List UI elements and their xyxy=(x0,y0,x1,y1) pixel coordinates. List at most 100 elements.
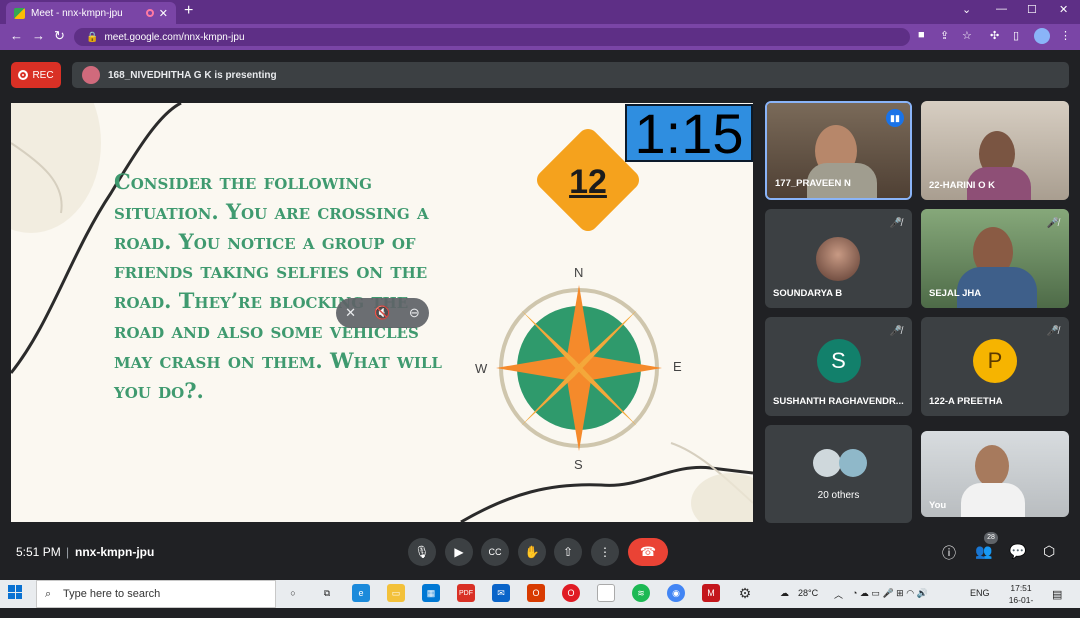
others-count: 20 others xyxy=(817,490,860,501)
others-tile[interactable]: 20 others xyxy=(765,425,912,523)
mic-off-icon: 🎤̸ xyxy=(1046,218,1059,229)
participant-tile[interactable]: P 🎤̸ 122-A PREETHA xyxy=(921,317,1069,416)
extensions-icon[interactable]: ✣ xyxy=(990,29,999,42)
divider: | xyxy=(66,545,70,559)
participant-tile[interactable]: 🎤̸ SEJAL JHA xyxy=(921,209,1069,308)
settings-gear-icon[interactable]: ⚙ xyxy=(736,584,754,602)
captions-icon: CC xyxy=(488,547,502,557)
phone-hangup-icon: ☎ xyxy=(639,544,657,559)
participant-tile[interactable]: ▮▮ 177_PRAVEEN N xyxy=(765,101,912,200)
presented-slide[interactable]: Consider the following situation. You ar… xyxy=(11,103,753,522)
system-clock[interactable]: 17:51 16-01-2022 xyxy=(1000,582,1042,618)
meeting-code: nnx-kmpn-jpu xyxy=(75,545,155,559)
pdf-icon[interactable]: PDF xyxy=(457,584,475,602)
camera-button[interactable]: ▶ xyxy=(445,538,473,566)
search-placeholder: Type here to search xyxy=(63,588,161,600)
compass-east-label: E xyxy=(673,359,682,374)
compass-west-label: W xyxy=(475,361,488,376)
mute-audio-icon[interactable]: 🔇 xyxy=(374,305,390,321)
pin-off-icon[interactable]: ✕ xyxy=(345,305,356,321)
spotify-icon[interactable]: ≋ xyxy=(632,584,650,602)
language-indicator[interactable]: ENG xyxy=(970,588,990,598)
tray-chevron-up-icon[interactable]: ︿ xyxy=(834,588,843,601)
participant-avatar xyxy=(839,449,867,477)
tab-search-icon[interactable]: ⌄ xyxy=(962,3,971,16)
menu-kebab-icon[interactable]: ⋮ xyxy=(1060,29,1071,42)
recording-indicator-icon xyxy=(146,9,154,17)
cortana-icon[interactable]: ○ xyxy=(284,584,302,602)
more-options-button[interactable]: ⋮ xyxy=(591,538,619,566)
mail-icon[interactable]: ✉ xyxy=(492,584,510,602)
speaking-indicator-icon: ▮▮ xyxy=(886,109,904,127)
presenter-avatar xyxy=(82,66,100,84)
weather-icon: ☁ xyxy=(780,588,789,598)
search-icon: ⌕ xyxy=(45,588,52,600)
participant-avatar-letter: P xyxy=(973,339,1017,383)
bookmark-star-icon[interactable]: ☆ xyxy=(962,29,972,42)
mic-off-icon: 🎤̸ xyxy=(889,218,902,229)
store-icon[interactable]: ▦ xyxy=(422,584,440,602)
opera-icon[interactable]: O xyxy=(562,584,580,602)
temperature: 28°C xyxy=(798,588,819,598)
participant-tile[interactable]: S 🎤̸ SUSHANTH RAGHAVENDR... xyxy=(765,317,912,416)
taskbar-search[interactable]: ⌕ Type here to search xyxy=(36,580,276,608)
raise-hand-button[interactable]: ✋ xyxy=(518,538,546,566)
rec-label: REC xyxy=(32,69,54,81)
self-tile[interactable]: You xyxy=(921,431,1069,517)
mcafee-icon[interactable]: M xyxy=(702,584,720,602)
address-bar[interactable]: 🔒 meet.google.com/nnx-kmpn-jpu xyxy=(74,28,910,46)
edge-icon[interactable]: e xyxy=(352,584,370,602)
share-icon[interactable]: ⇪ xyxy=(940,29,949,42)
minimize-button[interactable]: — xyxy=(996,3,1007,15)
task-view-icon[interactable]: ⧉ xyxy=(318,584,336,602)
participant-count-badge: 28 xyxy=(984,532,998,544)
office-icon[interactable]: O xyxy=(527,584,545,602)
new-tab-button[interactable]: + xyxy=(184,2,193,20)
profile-avatar[interactable] xyxy=(1034,28,1050,44)
tab-title: Meet - nnx-kmpn-jpu xyxy=(31,7,123,19)
presenting-text: 168_NIVEDHITHA G K is presenting xyxy=(108,69,277,81)
participant-name: SUSHANTH RAGHAVENDR... xyxy=(773,396,904,407)
participant-name: 122-A PREETHA xyxy=(929,396,1003,407)
meeting-details-icon[interactable]: ⓘ xyxy=(942,543,956,563)
chat-icon[interactable]: 💬 xyxy=(1009,543,1026,560)
lock-icon: 🔒 xyxy=(86,31,99,43)
captions-button[interactable]: CC xyxy=(481,538,509,566)
compass-south-label: S xyxy=(574,457,583,472)
record-icon xyxy=(18,70,29,80)
meeting-time: 5:51 PM xyxy=(16,545,61,559)
reload-icon[interactable]: ↻ xyxy=(54,28,65,44)
camera-indicator-icon[interactable]: ■ xyxy=(918,29,925,41)
recording-button[interactable]: REC xyxy=(11,62,61,88)
notifications-icon[interactable]: ▤ xyxy=(1052,588,1062,601)
slide-question-text: Consider the following situation. You ar… xyxy=(114,169,442,403)
leave-call-button[interactable]: ☎ xyxy=(628,538,668,566)
windows-start-icon[interactable] xyxy=(8,585,22,599)
tray-app-icons[interactable]: ◔ ☁ ▭ 🎤 ⊞ ◠ 🔊 xyxy=(852,588,928,599)
browser-tab[interactable]: Meet - nnx-kmpn-jpu ✕ xyxy=(6,2,176,24)
activities-icon[interactable]: ⬡ xyxy=(1043,543,1055,560)
participant-tile[interactable]: 🎤̸ SOUNDARYA B xyxy=(765,209,912,308)
side-panel-icon[interactable]: ▯ xyxy=(1013,29,1019,42)
question-number: 12 xyxy=(569,163,607,201)
present-button[interactable]: ⇧ xyxy=(554,538,582,566)
back-icon[interactable]: ← xyxy=(10,28,23,43)
meet-favicon-icon xyxy=(14,7,25,19)
forward-icon[interactable]: → xyxy=(32,28,45,43)
maximize-button[interactable]: ☐ xyxy=(1027,3,1037,16)
chrome-icon[interactable]: ◉ xyxy=(667,584,685,602)
close-window-button[interactable]: ✕ xyxy=(1059,3,1068,16)
mic-off-icon: 🎤̸ xyxy=(889,326,902,337)
people-icon[interactable]: 👥 xyxy=(975,543,992,560)
countdown-timer: 1:15 xyxy=(625,104,753,162)
more-vert-icon: ⋮ xyxy=(599,545,611,559)
remove-icon[interactable]: ⊖ xyxy=(409,305,420,321)
file-explorer-icon[interactable]: ▭ xyxy=(387,584,405,602)
microphone-icon: 🎙 xyxy=(414,545,430,559)
notepad-icon[interactable] xyxy=(597,584,615,602)
close-tab-icon[interactable]: ✕ xyxy=(159,7,168,20)
microphone-button[interactable]: 🎙 xyxy=(408,538,436,566)
system-time: 17:51 xyxy=(1010,583,1032,593)
participant-tile[interactable]: 22-HARINI O K xyxy=(921,101,1069,200)
system-date: 16-01-2022 xyxy=(1008,595,1034,617)
